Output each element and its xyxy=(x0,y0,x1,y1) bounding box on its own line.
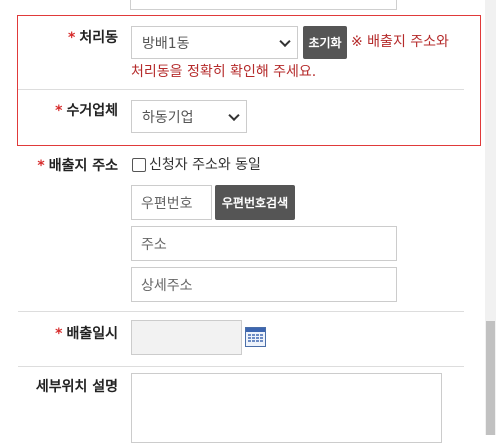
divider xyxy=(18,366,464,367)
postal-code-input[interactable]: 우편번호 xyxy=(131,185,212,220)
previous-field-bottom xyxy=(130,0,397,10)
calendar-icon[interactable] xyxy=(244,326,267,348)
divider xyxy=(18,311,464,312)
date-input[interactable] xyxy=(131,320,242,355)
required-mark: * xyxy=(68,30,76,46)
detail-address-input[interactable]: 상세주소 xyxy=(131,267,397,302)
same-address-checkbox[interactable] xyxy=(132,158,146,172)
area-label: * 처리동 xyxy=(68,30,118,46)
postal-search-button[interactable]: 우편번호검색 xyxy=(215,185,295,220)
address-label: * 배출지 주소 xyxy=(37,158,118,174)
date-label: * 배출일시 xyxy=(55,326,118,342)
address-input[interactable]: 주소 xyxy=(131,226,397,261)
area-select[interactable]: 방배1동 xyxy=(131,26,298,59)
location-detail-label: 세부위치 설명 xyxy=(35,379,118,395)
required-mark: * xyxy=(55,326,63,342)
reset-button[interactable]: 초기화 xyxy=(303,26,347,59)
chevron-down-icon xyxy=(279,35,291,47)
company-select[interactable]: 하동기업 xyxy=(131,100,247,133)
required-mark: * xyxy=(55,103,63,119)
same-address-label[interactable]: 신청자 주소와 동일 xyxy=(149,154,261,174)
notice-line2: 처리동을 정확히 확인해 주세요. xyxy=(131,64,317,80)
divider xyxy=(18,89,464,90)
notice-line1: ※ 배출지 주소와 xyxy=(351,34,449,50)
location-detail-textarea[interactable] xyxy=(131,373,442,443)
company-label: * 수거업체 xyxy=(55,103,118,119)
scrollbar-thumb[interactable] xyxy=(486,321,495,435)
required-mark: * xyxy=(37,158,45,174)
chevron-down-icon xyxy=(228,109,240,121)
